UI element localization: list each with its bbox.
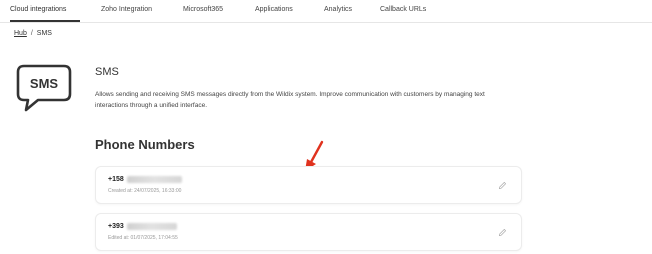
- phone-number-card[interactable]: +158 Created at: 24/07/2025, 16:33:00: [95, 166, 522, 204]
- phone-number-card[interactable]: +393 Edited at: 01/07/2025, 17:04:55: [95, 213, 522, 251]
- edit-pencil-icon[interactable]: [498, 228, 507, 237]
- phone-number-redacted: [127, 176, 182, 183]
- phone-number-prefix: +158: [108, 176, 124, 183]
- sms-chat-bubble-icon: SMS: [16, 64, 72, 112]
- phone-numbers-heading: Phone Numbers: [95, 137, 195, 152]
- breadcrumb-current: SMS: [36, 30, 52, 37]
- tab-bar: Cloud integrations Zoho Integration Micr…: [0, 0, 652, 23]
- phone-number-created-at: Created at: 24/07/2025, 16:33:00: [108, 188, 182, 194]
- tab-cloud-integrations[interactable]: Cloud integrations: [10, 6, 66, 13]
- breadcrumb: Hub / SMS: [14, 30, 52, 37]
- tab-microsoft365[interactable]: Microsoft365: [183, 6, 223, 13]
- tab-analytics[interactable]: Analytics: [324, 6, 352, 13]
- page-description: Allows sending and receiving SMS message…: [95, 91, 485, 109]
- page-title: SMS: [95, 66, 119, 78]
- edit-pencil-icon[interactable]: [498, 181, 507, 190]
- tab-applications[interactable]: Applications: [255, 6, 293, 13]
- tab-zoho-integration[interactable]: Zoho Integration: [101, 6, 152, 13]
- phone-number-prefix: +393: [108, 223, 124, 230]
- tab-callback-urls[interactable]: Callback URLs: [380, 6, 426, 13]
- breadcrumb-separator: /: [30, 30, 33, 37]
- breadcrumb-hub-link[interactable]: Hub: [14, 30, 27, 37]
- active-tab-indicator: [10, 20, 80, 22]
- phone-number-edited-at: Edited at: 01/07/2025, 17:04:55: [108, 235, 178, 241]
- sms-icon-label: SMS: [30, 76, 59, 91]
- phone-number-redacted: [127, 223, 177, 230]
